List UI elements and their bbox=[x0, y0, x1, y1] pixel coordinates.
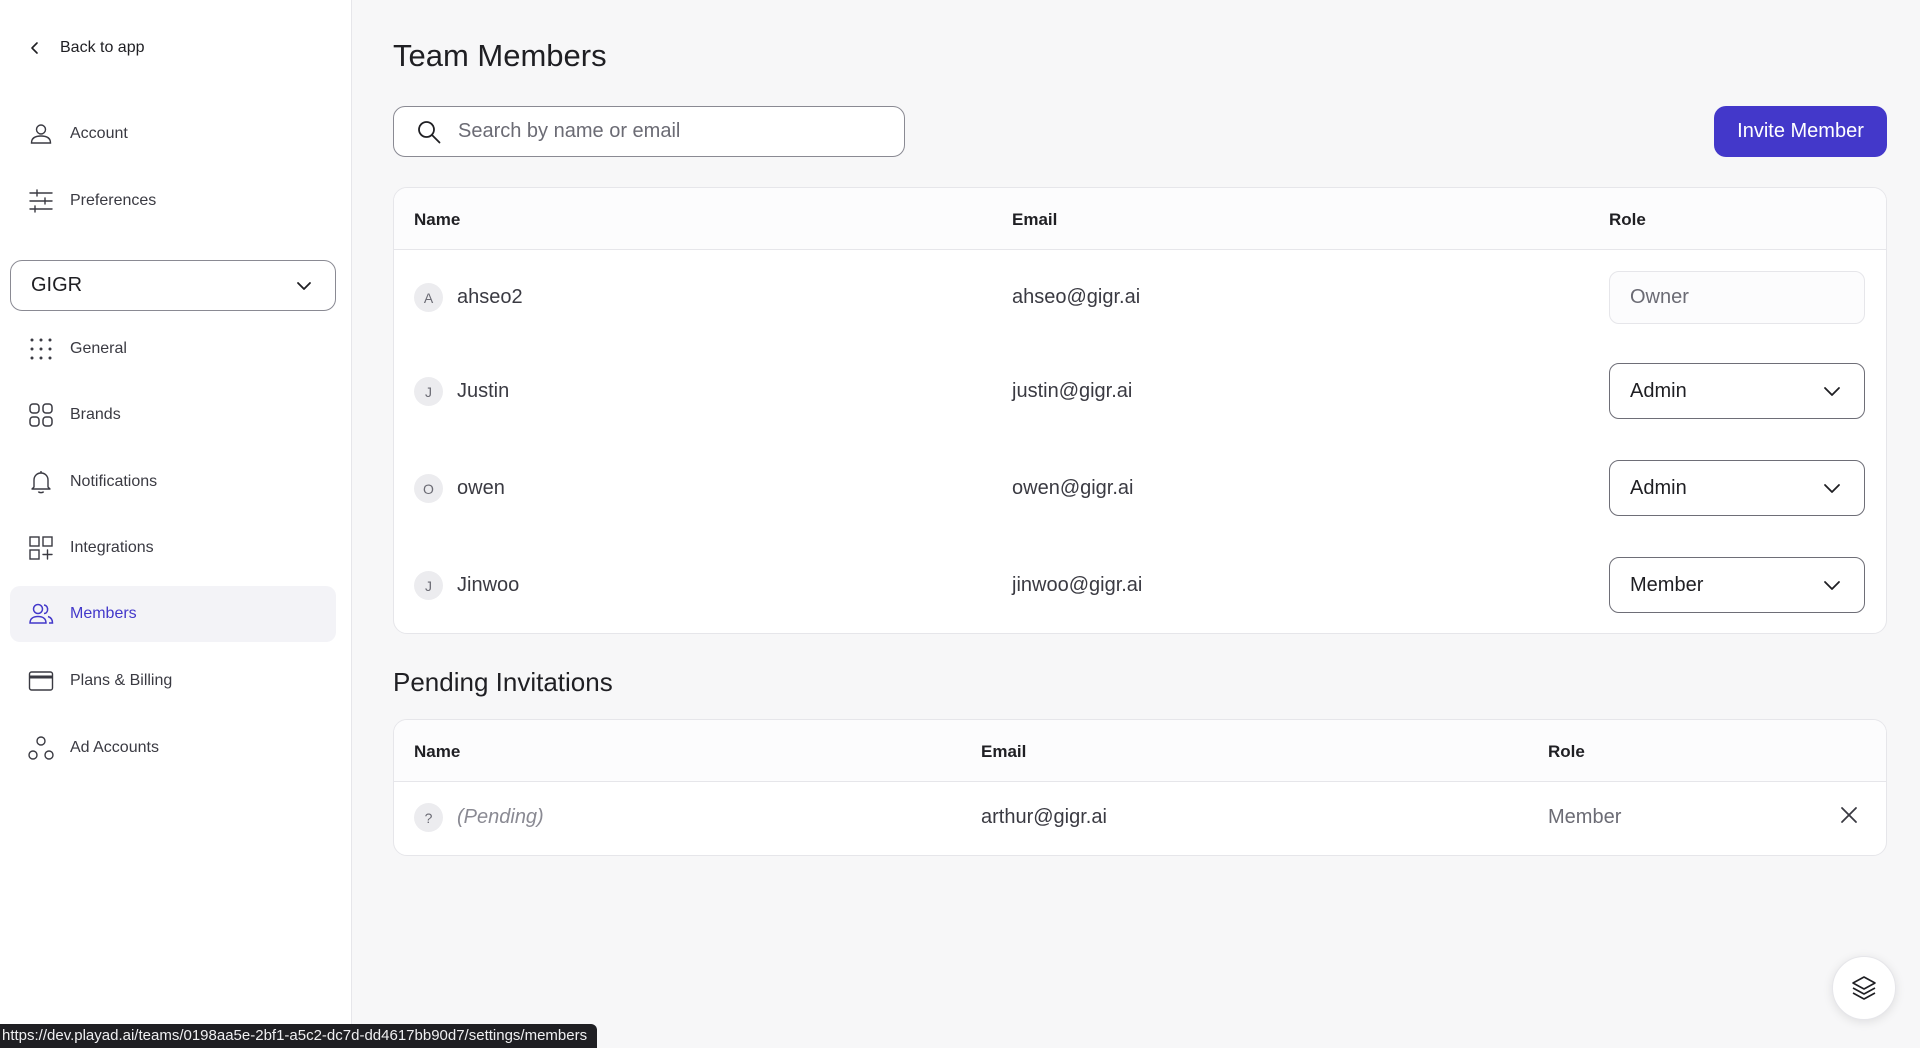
column-header-name: Name bbox=[414, 742, 461, 761]
sidebar-item-integrations[interactable]: Integrations bbox=[10, 520, 336, 576]
search-icon bbox=[418, 120, 441, 143]
search-box[interactable] bbox=[393, 106, 905, 157]
member-name: Justin bbox=[457, 380, 510, 402]
member-name: Jinwoo bbox=[457, 574, 520, 596]
status-bar-url: https://dev.playad.ai/teams/0198aa5e-2bf… bbox=[0, 1024, 598, 1048]
role-owner-readonly: Owner bbox=[1609, 271, 1865, 324]
back-to-app-link[interactable]: Back to app bbox=[28, 36, 145, 60]
sidebar-item-label: Brands bbox=[70, 406, 121, 423]
users-icon bbox=[29, 603, 54, 624]
members-table-header: Name Email Role bbox=[394, 188, 1886, 250]
avatar: J bbox=[414, 377, 443, 406]
sidebar-item-ad-accounts[interactable]: Ad Accounts bbox=[10, 720, 336, 776]
column-header-role: Role bbox=[1548, 742, 1585, 761]
sidebar-item-general[interactable]: General bbox=[10, 321, 336, 377]
layers-fab-button[interactable] bbox=[1832, 956, 1896, 1020]
pending-email: arthur@gigr.ai bbox=[981, 806, 1107, 828]
sidebar-item-plans-billing[interactable]: Plans & Billing bbox=[10, 653, 336, 709]
search-input[interactable] bbox=[458, 120, 878, 143]
dots-grid-icon bbox=[30, 338, 52, 360]
sidebar-item-account[interactable]: Account bbox=[10, 106, 336, 162]
invite-member-button[interactable]: Invite Member bbox=[1714, 106, 1887, 157]
chevron-down-icon bbox=[1824, 387, 1840, 396]
column-header-email: Email bbox=[981, 742, 1027, 761]
pending-name: (Pending) bbox=[457, 806, 544, 828]
role-select-value: Member bbox=[1630, 573, 1704, 596]
user-icon bbox=[30, 124, 52, 144]
column-header-name: Name bbox=[414, 210, 461, 229]
column-header-role: Role bbox=[1609, 210, 1646, 229]
role-select-value: Admin bbox=[1630, 476, 1687, 499]
sidebar-item-label: Account bbox=[70, 125, 128, 142]
ad-accounts-icon bbox=[28, 736, 54, 760]
settings-sidebar: Back to app Account Preferences GIGR Gen… bbox=[0, 0, 352, 1048]
sidebar-item-label: Ad Accounts bbox=[70, 739, 159, 756]
avatar: ? bbox=[414, 803, 443, 832]
chevron-down-icon bbox=[1824, 484, 1840, 493]
integrations-icon bbox=[29, 536, 53, 560]
sidebar-item-notifications[interactable]: Notifications bbox=[10, 454, 336, 510]
layers-icon bbox=[1852, 976, 1876, 1000]
team-select[interactable]: GIGR bbox=[10, 260, 336, 311]
member-email: owen@gigr.ai bbox=[1012, 477, 1134, 499]
sidebar-item-members[interactable]: Members bbox=[10, 586, 336, 642]
sliders-icon bbox=[29, 189, 53, 213]
avatar: A bbox=[414, 283, 443, 312]
sidebar-item-label: General bbox=[70, 340, 127, 357]
member-name: ahseo2 bbox=[457, 286, 523, 308]
credit-card-icon bbox=[28, 671, 54, 691]
chevron-down-icon bbox=[1824, 581, 1840, 590]
brands-grid-icon bbox=[29, 403, 53, 427]
pending-role: Member bbox=[1548, 806, 1622, 828]
pending-table-header: Name Email Role bbox=[394, 720, 1886, 782]
role-select-value: Admin bbox=[1630, 379, 1687, 402]
close-icon[interactable] bbox=[1838, 804, 1860, 826]
bell-icon bbox=[31, 471, 51, 494]
chevron-left-icon bbox=[31, 42, 38, 54]
member-email: jinwoo@gigr.ai bbox=[1012, 574, 1143, 596]
sidebar-item-label: Plans & Billing bbox=[70, 672, 173, 689]
member-email: ahseo@gigr.ai bbox=[1012, 286, 1141, 308]
pending-invitations-title: Pending Invitations bbox=[393, 667, 613, 697]
chevron-down-icon bbox=[297, 281, 311, 290]
page-title: Team Members bbox=[393, 38, 607, 73]
team-select-value: GIGR bbox=[31, 274, 83, 296]
sidebar-item-label: Notifications bbox=[70, 473, 158, 490]
sidebar-item-brands[interactable]: Brands bbox=[10, 387, 336, 443]
pending-invitations-table: Name Email Role ? (Pending) arthur@gigr.… bbox=[393, 719, 1887, 856]
column-header-email: Email bbox=[1012, 210, 1058, 229]
members-table: Name Email Role A ahseo2 ahseo@gigr.ai O… bbox=[393, 187, 1887, 634]
member-name: owen bbox=[457, 477, 505, 499]
member-email: justin@gigr.ai bbox=[1012, 380, 1133, 402]
avatar: J bbox=[414, 571, 443, 600]
sidebar-item-label: Preferences bbox=[70, 192, 157, 209]
back-to-app-label: Back to app bbox=[60, 39, 145, 56]
avatar: O bbox=[414, 474, 443, 503]
role-select[interactable]: Admin bbox=[1609, 460, 1865, 516]
sidebar-item-label: Members bbox=[70, 605, 137, 622]
role-select[interactable]: Admin bbox=[1609, 363, 1865, 419]
role-select[interactable]: Member bbox=[1609, 557, 1865, 613]
sidebar-item-label: Integrations bbox=[70, 539, 154, 556]
sidebar-item-preferences[interactable]: Preferences bbox=[10, 173, 336, 229]
